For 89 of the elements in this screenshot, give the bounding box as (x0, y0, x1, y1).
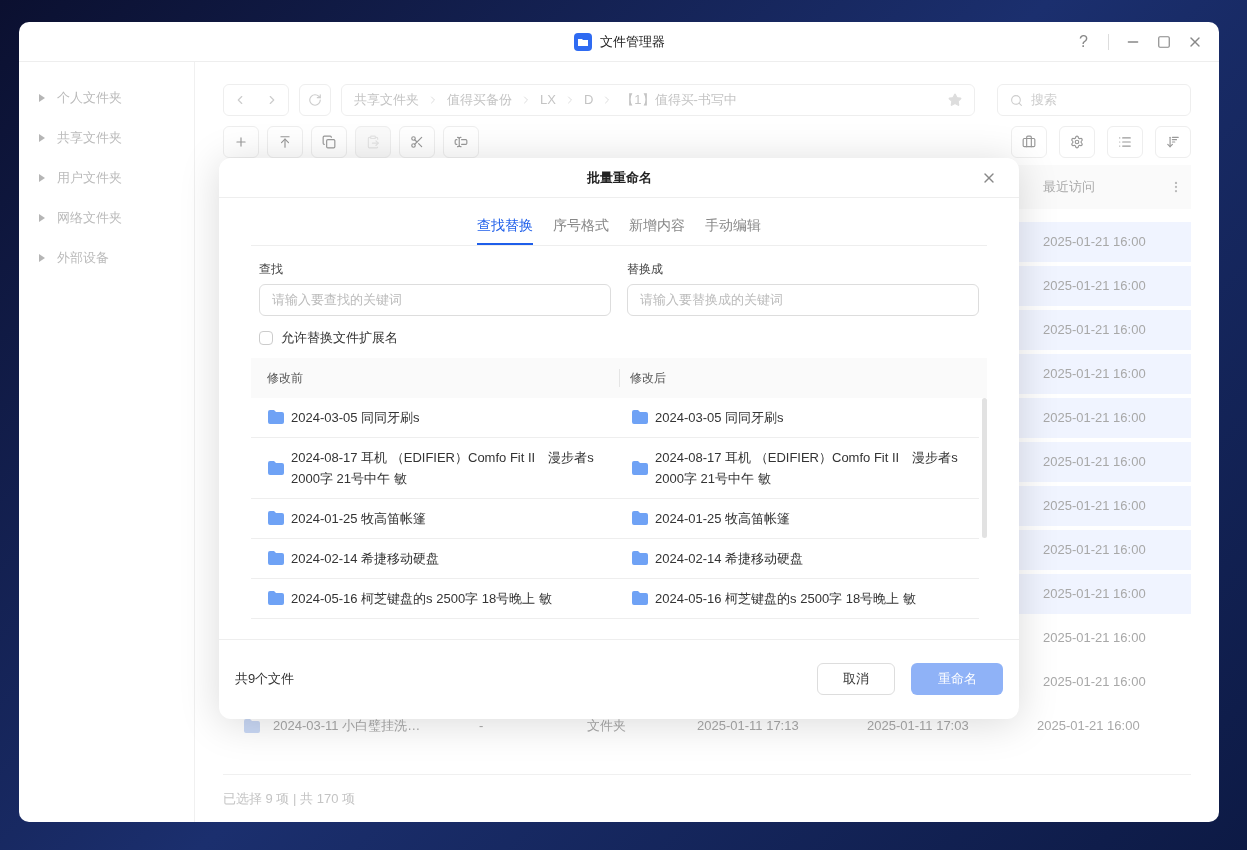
settings-button[interactable] (1059, 126, 1095, 158)
accessed-time: 2025-01-21 16:00 (1043, 321, 1146, 340)
file-name: 2024-02-14 希捷移动硬盘 (291, 549, 440, 568)
sidebar-item[interactable]: 个人文件夹 (19, 78, 194, 118)
accessed-time: 2025-01-21 16:00 (1043, 673, 1146, 692)
refresh-icon (308, 93, 322, 107)
list-icon (1118, 135, 1132, 149)
expand-icon (39, 174, 45, 182)
rename-icon (454, 135, 468, 149)
modified-time: 2025-01-11 17:13 (697, 717, 800, 736)
input-field[interactable]: 请输入要替换成的关键词 (627, 284, 979, 316)
folder-icon (631, 459, 649, 476)
created-time: 2025-01-11 17:03 (867, 717, 970, 736)
scissors-icon (410, 135, 424, 149)
file-name: 2024-03-11 小白璧挂洗… (273, 717, 422, 736)
file-name: 2024-03-05 同同牙刷s (291, 408, 420, 427)
folder-icon (267, 590, 285, 606)
expand-icon (39, 254, 45, 262)
sidebar-item[interactable]: 网络文件夹 (19, 198, 194, 238)
file-name: 2024-01-25 牧高笛帐篷 (291, 509, 427, 528)
folder-app-icon (573, 32, 592, 51)
breadcrumb-item[interactable]: LX (540, 90, 556, 110)
search-icon (1010, 93, 1023, 107)
file-count: 共9个文件 (235, 670, 295, 689)
file-name: 2024-05-16 柯芝键盘的s 2500字 18号晚上 敏 (655, 589, 916, 608)
sort-icon (1166, 135, 1180, 149)
breadcrumb-item[interactable]: 值得买备份 (447, 90, 512, 110)
file-size: - (479, 717, 485, 736)
file-type: 文件夹 (587, 717, 627, 736)
sidebar-item[interactable]: 外部设备 (19, 238, 194, 278)
accessed-time: 2025-01-21 16:00 (1043, 453, 1146, 472)
sort-button[interactable] (1155, 126, 1191, 158)
folder-icon (631, 550, 649, 566)
upload-icon (278, 135, 292, 149)
copy-icon (322, 135, 336, 149)
file-name: 2024-02-14 希捷移动硬盘 (655, 549, 804, 568)
dialog-tab[interactable]: 查找替换 (477, 207, 533, 245)
folder-icon (243, 718, 261, 734)
maximize-icon[interactable] (1157, 35, 1171, 49)
file-name: 2024-03-05 同同牙刷s (655, 408, 784, 427)
breadcrumb-item[interactable]: 共享文件夹 (354, 90, 419, 110)
folder-icon (631, 409, 649, 425)
window-title: 文件管理器 (599, 32, 665, 51)
accessed-time: 2025-01-21 16:00 (1043, 233, 1146, 252)
star-icon[interactable] (948, 93, 962, 107)
file-name: 2024-08-17 耳机 （EDIFIER）Comfo Fit II 漫步者s 2000字 21号中午 敏 (291, 448, 595, 488)
accessed-time: 2025-01-21 16:00 (1043, 365, 1146, 384)
preview-header: 修改前 修改后 (251, 357, 987, 398)
accessed-time: 2025-01-21 16:00 (1043, 585, 1146, 604)
field-label: 替换成 (627, 261, 664, 278)
checkbox[interactable] (259, 330, 273, 345)
accessed-time: 2025-01-21 16:00 (1043, 541, 1146, 560)
sidebar-item[interactable]: 用户文件夹 (19, 158, 194, 198)
refresh-button[interactable] (299, 84, 331, 116)
sidebar-item[interactable]: 共享文件夹 (19, 118, 194, 158)
expand-icon (39, 214, 45, 222)
dialog-tab[interactable]: 序号格式 (553, 207, 609, 245)
cancel-button[interactable]: 取消 (817, 663, 895, 695)
scrollbar-thumb[interactable] (982, 397, 987, 538)
folder-icon (267, 550, 285, 566)
briefcase-icon (1022, 135, 1036, 149)
briefcase-button[interactable] (1011, 126, 1047, 158)
input-field[interactable]: 请输入要查找的关键词 (259, 284, 611, 316)
accessed-time: 2025-01-21 16:00 (1043, 497, 1146, 516)
folder-icon (267, 459, 285, 476)
expand-icon (39, 94, 45, 102)
file-name: 2024-08-17 耳机 （EDIFIER）Comfo Fit II 漫步者s 2000字 21号中午 敏 (655, 448, 959, 488)
folder-icon (631, 590, 649, 606)
help-button[interactable]: ? (1075, 30, 1092, 54)
expand-icon (39, 134, 45, 142)
breadcrumb-item[interactable]: D (583, 90, 594, 110)
dialog-tab[interactable]: 手动编辑 (705, 207, 761, 245)
paste-icon (366, 135, 380, 149)
folder-icon (631, 510, 649, 526)
accessed-time: 2025-01-21 16:00 (1043, 629, 1146, 648)
plus-icon (234, 135, 248, 149)
checkbox-label: 允许替换文件扩展名 (281, 329, 398, 347)
accessed-time: 2025-01-21 16:00 (1037, 717, 1140, 736)
list-view-button[interactable] (1107, 126, 1143, 158)
dialog-title: 批量重命名 (586, 168, 652, 187)
accessed-time: 2025-01-21 16:00 (1043, 277, 1146, 296)
accessed-time: 2025-01-21 16:00 (1043, 409, 1146, 428)
field-label: 查找 (259, 261, 284, 278)
folder-icon (267, 409, 285, 425)
file-name: 2024-01-25 牧高笛帐篷 (655, 509, 791, 528)
folder-icon (267, 510, 285, 526)
file-name: 2024-05-16 柯芝键盘的s 2500字 18号晚上 敏 (291, 589, 552, 608)
dialog-tab[interactable]: 新增内容 (629, 207, 685, 245)
settings-icon (1070, 135, 1084, 149)
